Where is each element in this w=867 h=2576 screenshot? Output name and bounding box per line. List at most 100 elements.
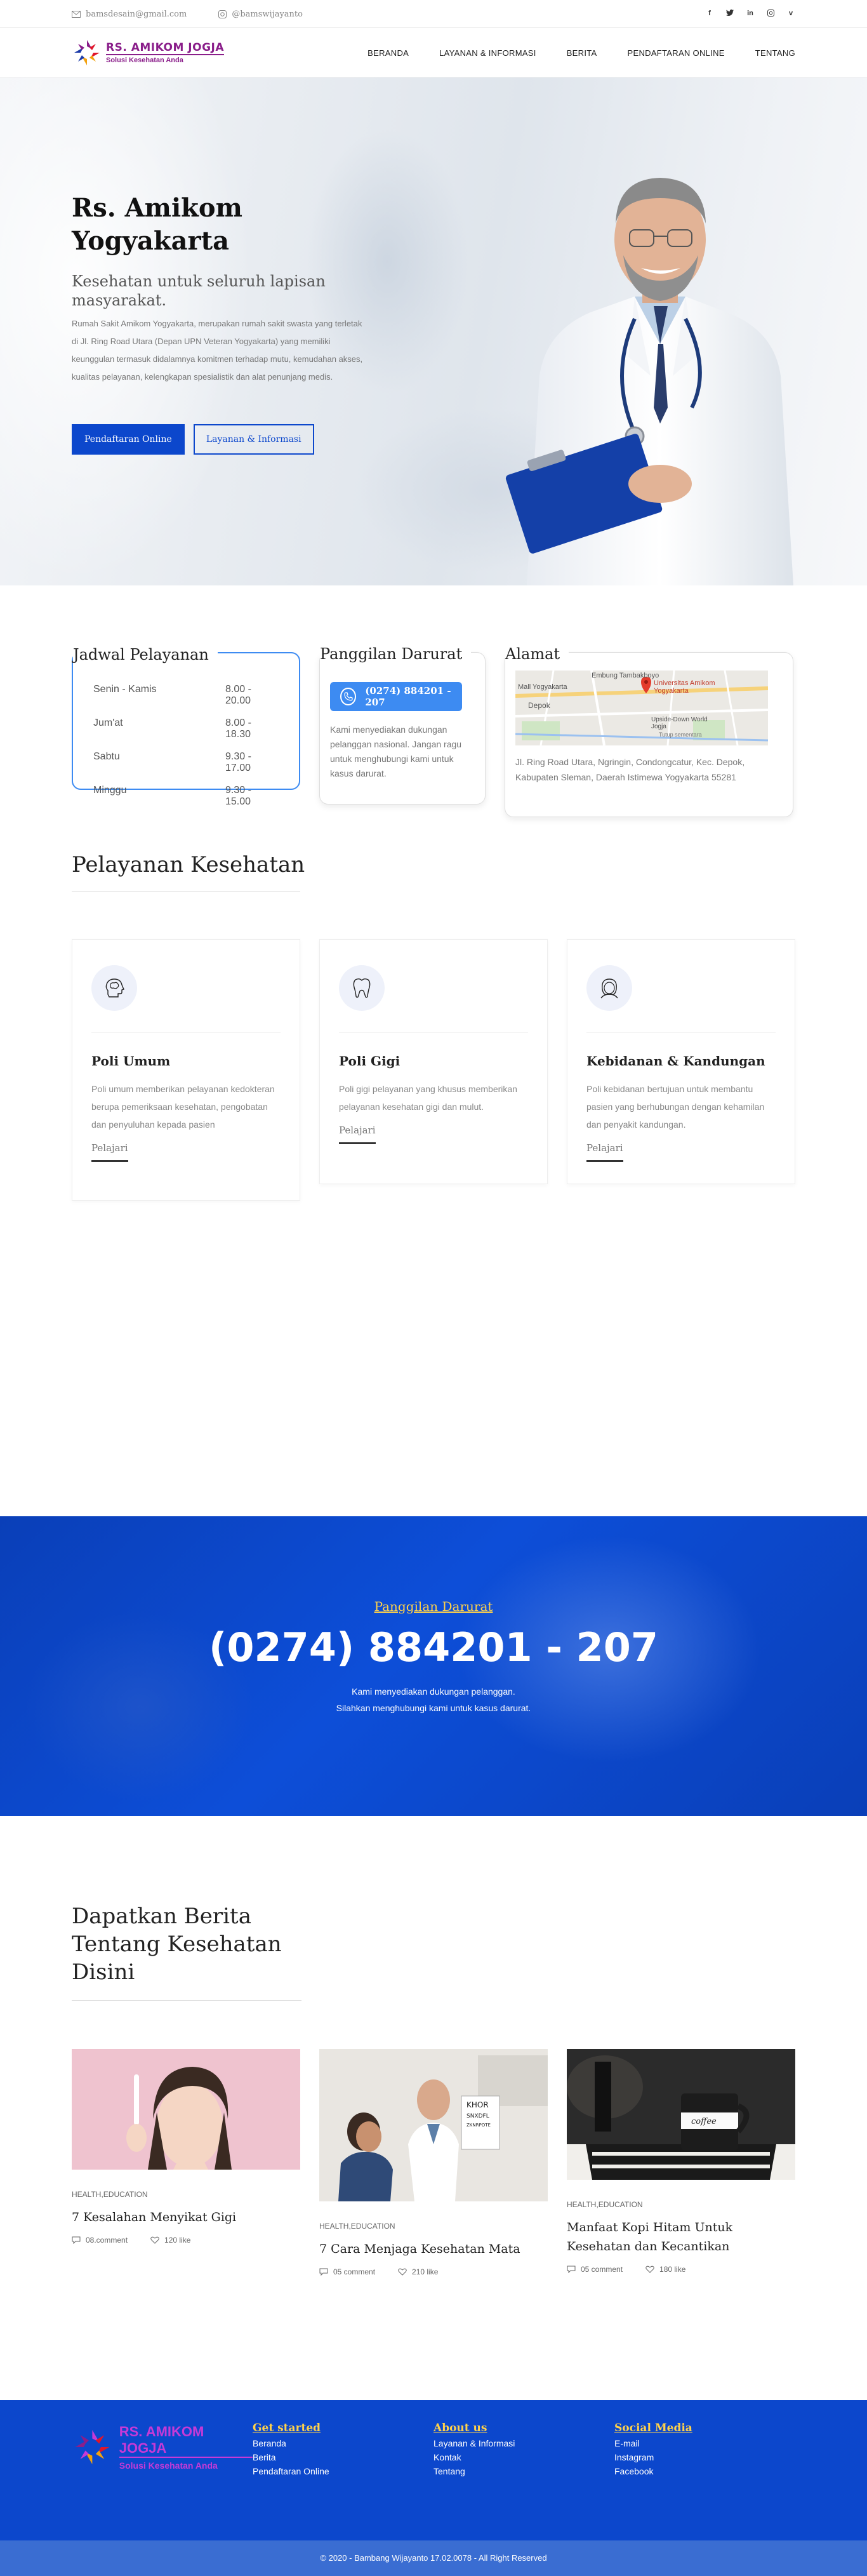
news-image-coffee: coffee	[567, 2049, 795, 2180]
heart-icon	[645, 2266, 654, 2273]
services-info-button[interactable]: Layanan & Informasi	[193, 424, 314, 455]
instagram-contact[interactable]: @bamswijayanto	[218, 10, 303, 19]
comment-icon	[567, 2266, 576, 2273]
map-label: Tutup sementara	[659, 731, 702, 738]
emergency-call-button[interactable]: (0274) 884201 - 207	[330, 682, 462, 711]
top-bar: bamsdesain@gmail.com @bamswijayanto f in…	[0, 0, 867, 28]
news-title: Dapatkan Berita Tentang Kesehatan Disini	[72, 1904, 282, 1985]
footer-link[interactable]: Pendaftaran Online	[253, 2466, 434, 2476]
footer-link[interactable]: E-mail	[614, 2438, 795, 2448]
footer-col-get-started: Get started Beranda Berita Pendaftaran O…	[253, 2422, 434, 2476]
linkedin-icon[interactable]: in	[746, 10, 755, 18]
schedule-card: Jadwal Pelayanan Senin - Kamis 8.00 - 20.…	[72, 646, 300, 807]
logo-mark-icon	[74, 40, 100, 65]
site-logo[interactable]: RS. AMIKOM JOGJA Solusi Kesehatan Anda	[72, 37, 225, 68]
learn-more-link[interactable]: Pelajari	[339, 1124, 376, 1144]
comment-count: 05 comment	[567, 2265, 623, 2274]
banner-kicker[interactable]: Panggilan Darurat	[0, 1516, 867, 1614]
news-headline[interactable]: 7 Cara Menjaga Kesehatan Mata	[319, 2239, 548, 2259]
map-label: Embung Tambakboyo	[592, 672, 659, 679]
news-card[interactable]: HEALTH,EDUCATION 7 Kesalahan Menyikat Gi…	[72, 2049, 300, 2245]
logo-title: RS. AMIKOM JOGJA	[106, 41, 225, 55]
facebook-icon[interactable]: f	[705, 10, 714, 18]
schedule-time: 8.00 - 20.00	[225, 684, 251, 706]
like-text: 120 like	[164, 2236, 191, 2245]
comment-count: 05 comment	[319, 2267, 375, 2276]
nav-item-beranda[interactable]: BERANDA	[367, 48, 409, 58]
emergency-text: Kami menyediakan dukungan pelanggan nasi…	[330, 724, 462, 778]
heart-icon	[398, 2268, 407, 2276]
schedule-row: Minggu 9.30 - 15.00	[93, 785, 279, 808]
footer-link[interactable]: Kontak	[434, 2452, 614, 2462]
hero-subtitle: Kesehatan untuk seluruh lapisan masyarak…	[72, 272, 326, 309]
learn-more-link[interactable]: Pelajari	[586, 1142, 623, 1162]
instagram-text: @bamswijayanto	[232, 9, 303, 19]
twitter-icon[interactable]	[725, 10, 734, 18]
nav-item-berita[interactable]: BERITA	[567, 48, 597, 58]
news-category: HEALTH,EDUCATION	[319, 2222, 395, 2231]
footer-col-about: About us Layanan & Informasi Kontak Tent…	[434, 2422, 614, 2476]
service-description: Poli kebidanan bertujuan untuk membantu …	[586, 1084, 765, 1130]
footer-col-title: Social Media	[614, 2422, 692, 2434]
nav-item-layanan[interactable]: LAYANAN & INFORMASI	[439, 48, 536, 58]
service-name: Poli Gigi	[339, 1053, 400, 1069]
footer-link[interactable]: Facebook	[614, 2466, 795, 2476]
news-headline[interactable]: 7 Kesalahan Menyikat Gigi	[72, 2208, 300, 2227]
news-category: HEALTH,EDUCATION	[72, 2190, 148, 2199]
main-navigation: RS. AMIKOM JOGJA Solusi Kesehatan Anda B…	[0, 28, 867, 77]
map-label: Depok	[528, 701, 550, 710]
news-image-toothbrush	[72, 2049, 300, 2170]
phone-icon	[340, 688, 357, 705]
news-card[interactable]: KHOR SNXDFL ZKNRPOTE HEALTH,EDUCATION 7 …	[319, 2049, 548, 2276]
banner-phone: (0274) 884201 - 207	[209, 1624, 658, 1671]
like-text: 210 like	[412, 2267, 439, 2276]
like-count[interactable]: 120 like	[150, 2236, 190, 2245]
emergency-phone: (0274) 884201 - 207	[365, 685, 451, 708]
logo-mark-icon	[75, 2430, 110, 2464]
footer-link[interactable]: Tentang	[434, 2466, 614, 2476]
footer-col-social: Social Media E-mail Instagram Facebook	[614, 2422, 795, 2476]
nav-item-pendaftaran[interactable]: PENDAFTARAN ONLINE	[628, 48, 725, 58]
nav-menu: BERANDA LAYANAN & INFORMASI BERITA PENDA…	[367, 48, 795, 58]
copyright-bar: © 2020 - Bambang Wijayanto 17.02.0078 - …	[0, 2540, 867, 2576]
like-count[interactable]: 210 like	[398, 2267, 438, 2276]
banner-line-2: Silahkan menghubungi kami untuk kasus da…	[336, 1703, 531, 1713]
footer-logo[interactable]: RS. AMIKOM JOGJA Solusi Kesehatan Anda	[72, 2422, 253, 2473]
like-count[interactable]: 180 like	[645, 2265, 685, 2274]
brain-icon	[91, 965, 137, 1011]
like-text: 180 like	[659, 2265, 686, 2274]
emergency-banner: Panggilan Darurat (0274) 884201 - 207 Ka…	[0, 1516, 867, 1816]
footer-link[interactable]: Instagram	[614, 2452, 795, 2462]
logo-subtitle: Solusi Kesehatan Anda	[106, 57, 183, 64]
news-headline[interactable]: Manfaat Kopi Hitam Untuk Kesehatan dan K…	[567, 2218, 795, 2256]
map-label: Mall Yogyakarta	[518, 683, 567, 691]
comment-text: 05 comment	[581, 2265, 623, 2274]
comment-icon	[72, 2236, 81, 2244]
footer-link[interactable]: Berita	[253, 2452, 434, 2462]
footer-link[interactable]: Layanan & Informasi	[434, 2438, 614, 2448]
schedule-time: 8.00 - 18.30	[225, 717, 251, 740]
service-card-poli-umum: Poli Umum Poli umum memberikan pelayanan…	[72, 939, 300, 1201]
svg-text:ZKNRPOTE: ZKNRPOTE	[467, 2123, 491, 2128]
footer-link[interactable]: Beranda	[253, 2438, 434, 2448]
news-card[interactable]: coffee HEALTH,EDUCATION Manfaat Kopi Hit…	[567, 2049, 795, 2274]
learn-more-link[interactable]: Pelajari	[91, 1142, 128, 1162]
schedule-day: Minggu	[93, 785, 127, 796]
footer-brand-title: RS. AMIKOM JOGJA	[119, 2424, 253, 2458]
email-contact[interactable]: bamsdesain@gmail.com	[72, 10, 187, 19]
instagram-social-icon[interactable]	[766, 10, 775, 18]
svg-text:coffee: coffee	[691, 2117, 717, 2126]
schedule-table: Senin - Kamis 8.00 - 20.00 Jum'at 8.00 - 1…	[93, 684, 279, 808]
svg-text:KHOR: KHOR	[467, 2100, 489, 2109]
heart-icon	[150, 2236, 159, 2244]
schedule-day: Senin - Kamis	[93, 684, 157, 695]
comment-text: 05 comment	[333, 2267, 376, 2276]
location-map[interactable]: Embung Tambakboyo Mall Yogyakarta Depok …	[515, 671, 768, 745]
online-registration-button[interactable]: Pendaftaran Online	[72, 424, 185, 455]
footer-brand-subtitle: Solusi Kesehatan Anda	[119, 2460, 218, 2471]
schedule-row: Senin - Kamis 8.00 - 20.00	[93, 684, 279, 707]
services-title: Pelayanan Kesehatan	[72, 852, 305, 878]
vimeo-icon[interactable]: v	[786, 10, 795, 18]
news-section: Dapatkan Berita Tentang Kesehatan Disini	[0, 1816, 867, 2400]
nav-item-tentang[interactable]: TENTANG	[755, 48, 795, 58]
